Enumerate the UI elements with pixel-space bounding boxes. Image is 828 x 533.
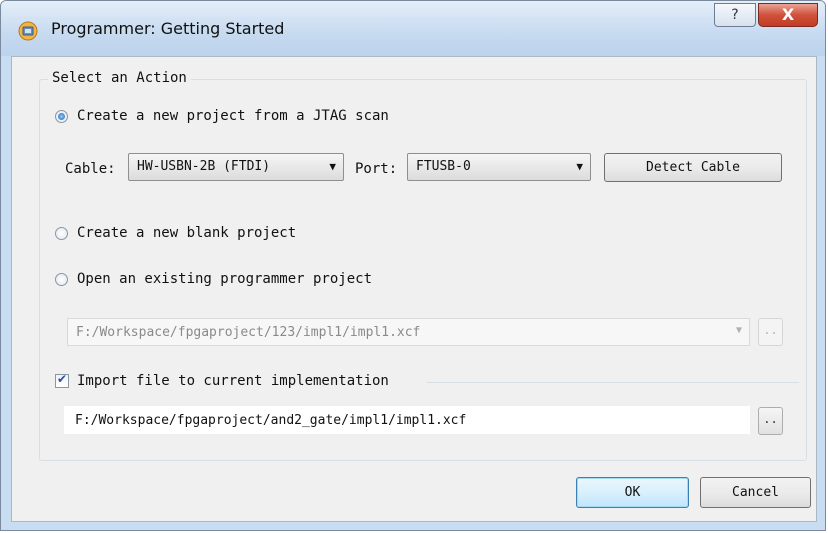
- programmer-dialog: Programmer: Getting Started ? X Select a…: [0, 0, 826, 531]
- port-select-value: FTUSB-0: [416, 159, 471, 174]
- chevron-down-icon: ▼: [329, 160, 336, 173]
- port-select[interactable]: FTUSB-0 ▼: [407, 153, 591, 181]
- import-checkbox[interactable]: [55, 372, 69, 388]
- window-title: Programmer: Getting Started: [51, 19, 285, 38]
- import-path-value: F:/Workspace/fpgaproject/and2_gate/impl1…: [75, 413, 467, 428]
- cancel-button[interactable]: Cancel: [700, 477, 811, 508]
- radio-jtag-scan-button[interactable]: [55, 109, 68, 123]
- radio-existing-project-label: Open an existing programmer project: [77, 271, 373, 287]
- radio-blank-project[interactable]: Create a new blank project: [55, 225, 296, 241]
- chevron-down-icon: ▼: [576, 160, 583, 173]
- action-groupbox: [39, 79, 807, 461]
- close-button[interactable]: X: [758, 3, 818, 27]
- existing-project-path-select: F:/Workspace/fpgaproject/123/impl1/impl1…: [67, 318, 750, 346]
- existing-project-path-value: F:/Workspace/fpgaproject/123/impl1/impl1…: [76, 325, 421, 340]
- cable-label: Cable:: [65, 161, 116, 177]
- radio-existing-project[interactable]: Open an existing programmer project: [55, 271, 372, 287]
- radio-jtag-scan-label: Create a new project from a JTAG scan: [77, 108, 389, 124]
- radio-blank-project-button[interactable]: [55, 226, 68, 240]
- chevron-down-icon: ▼: [735, 325, 742, 336]
- title-bar[interactable]: Programmer: Getting Started ? X: [1, 1, 825, 56]
- import-checkbox-label: Import file to current implementation: [77, 373, 389, 389]
- radio-jtag-scan[interactable]: Create a new project from a JTAG scan: [55, 108, 389, 124]
- radio-existing-project-button[interactable]: [55, 272, 68, 286]
- ok-button[interactable]: OK: [576, 477, 689, 508]
- close-icon: X: [781, 5, 795, 24]
- import-checkbox-row[interactable]: Import file to current implementation: [55, 372, 389, 389]
- import-separator: [427, 382, 799, 383]
- help-button[interactable]: ?: [714, 3, 756, 27]
- radio-blank-project-label: Create a new blank project: [77, 225, 297, 241]
- import-browse-button[interactable]: ..: [758, 407, 783, 435]
- detect-cable-button[interactable]: Detect Cable: [604, 153, 782, 182]
- programmer-app-icon: [18, 21, 38, 41]
- dialog-client-area: Select an Action Create a new project fr…: [11, 56, 817, 522]
- help-icon: ?: [731, 7, 739, 23]
- port-label: Port:: [355, 161, 398, 177]
- existing-project-browse-button: ..: [758, 318, 783, 346]
- import-path-field[interactable]: F:/Workspace/fpgaproject/and2_gate/impl1…: [64, 406, 750, 434]
- cable-select-value: HW-USBN-2B (FTDI): [137, 159, 271, 174]
- cable-select[interactable]: HW-USBN-2B (FTDI) ▼: [128, 153, 344, 181]
- action-group-legend: Select an Action: [48, 70, 191, 86]
